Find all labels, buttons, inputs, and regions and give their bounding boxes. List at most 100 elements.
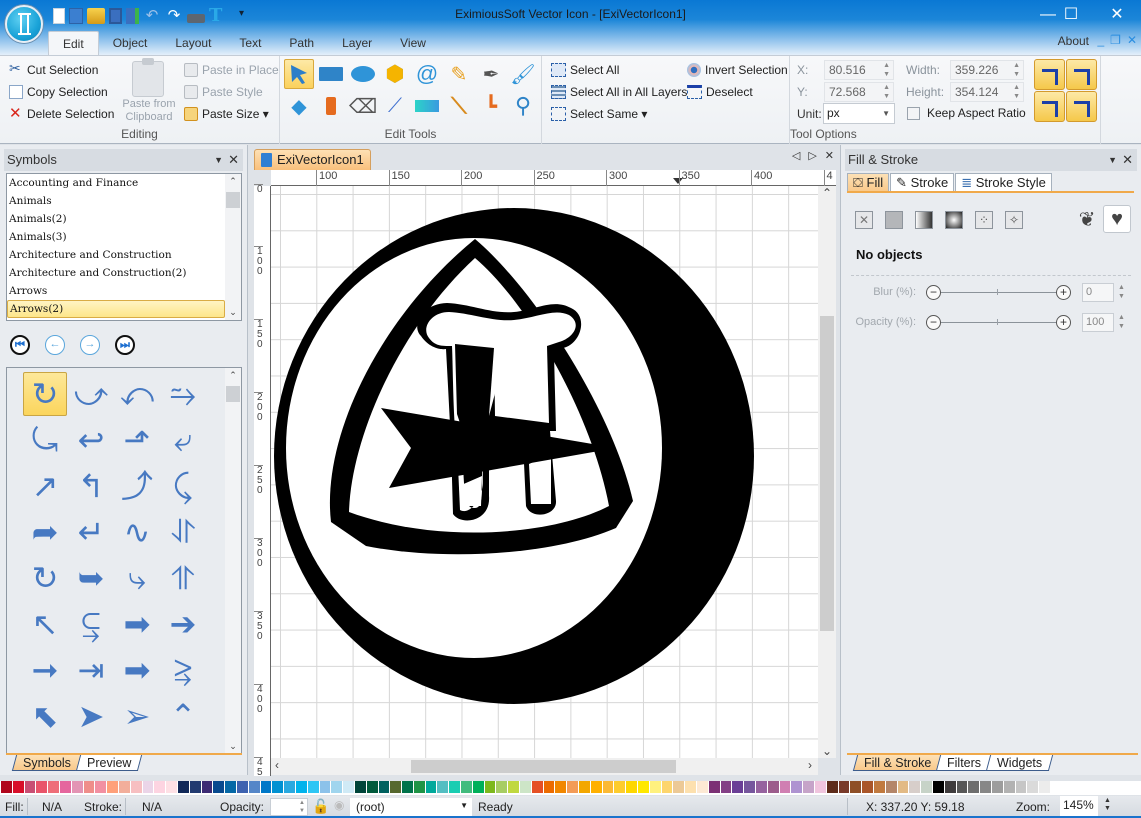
tweak-tool[interactable]: ⟍ (444, 91, 474, 121)
star-polygon-tool[interactable]: ⬢ (380, 59, 410, 89)
color-swatch[interactable] (319, 781, 331, 793)
color-swatch[interactable] (260, 781, 272, 793)
color-swatch[interactable] (36, 781, 48, 793)
color-swatch[interactable] (980, 781, 991, 793)
next-page-icon[interactable]: → (80, 335, 100, 355)
color-swatch[interactable] (685, 781, 697, 793)
height-input[interactable]: 354.124 ▲ ▼ (950, 82, 1024, 102)
scroll-thumb[interactable] (226, 386, 240, 402)
color-swatch[interactable] (791, 781, 803, 793)
symbol-arrow-icon[interactable]: ➢ (115, 694, 159, 738)
tab-edit[interactable]: Edit (48, 31, 99, 55)
tab-object[interactable]: Object (99, 31, 162, 55)
width-input[interactable]: 359.226 ▲ ▼ (950, 60, 1024, 80)
color-swatch[interactable] (284, 781, 295, 793)
symbol-arrow-icon[interactable]: ⇥ (69, 648, 113, 692)
scroll-up-icon[interactable]: ⌃ (225, 370, 241, 381)
color-swatch[interactable] (437, 781, 449, 793)
color-swatch[interactable] (803, 781, 814, 793)
color-swatch[interactable] (107, 781, 118, 793)
tab-stroke-style[interactable]: ≣ Stroke Style (955, 173, 1052, 191)
symbol-arrow-icon[interactable]: ➔ (161, 602, 205, 646)
color-swatch[interactable] (638, 781, 649, 793)
color-swatch[interactable] (201, 781, 213, 793)
canvas-horizontal-scrollbar[interactable]: ‹ › (271, 758, 818, 775)
color-swatch[interactable] (130, 781, 142, 793)
opacity-status-input[interactable]: ▲ ▼ (270, 798, 308, 816)
pen-tool[interactable]: ✒ (476, 59, 506, 89)
scroll-down-icon[interactable]: ⌄ (225, 741, 241, 752)
select-same-button[interactable]: Select Same ▾ (551, 107, 647, 121)
color-swatch[interactable] (590, 781, 602, 793)
color-swatch[interactable] (649, 781, 661, 793)
color-swatch[interactable] (189, 781, 201, 793)
spin-arrows-icon[interactable]: ▲ ▼ (1118, 283, 1125, 301)
color-swatch[interactable] (956, 781, 968, 793)
scroll-thumb[interactable] (226, 192, 240, 208)
deselect-button[interactable]: Deselect (687, 85, 753, 99)
maximize-button[interactable]: ☐ (1048, 0, 1094, 30)
symbol-arrow-icon[interactable]: ⌃ (161, 694, 205, 738)
color-swatch[interactable] (732, 781, 744, 793)
color-swatch[interactable] (567, 781, 579, 793)
color-swatch[interactable] (118, 781, 130, 793)
ellipse-tool[interactable] (348, 59, 378, 89)
category-item[interactable]: Animals(2) (7, 210, 225, 228)
checkbox-box[interactable] (907, 106, 920, 120)
panel-close-icon[interactable]: ✕ (228, 149, 239, 171)
color-swatch[interactable] (449, 781, 461, 793)
select-all-layers-button[interactable]: Select All in All Layers (551, 85, 687, 99)
radial-gradient-icon[interactable] (945, 211, 963, 229)
color-swatch[interactable] (402, 781, 413, 793)
prev-page-icon[interactable]: ← (45, 335, 65, 355)
tab-layer[interactable]: Layer (328, 31, 386, 55)
pattern-icon[interactable]: ⁘ (975, 211, 993, 229)
color-swatch[interactable] (614, 781, 626, 793)
color-swatch[interactable] (413, 781, 425, 793)
zoom-tool[interactable]: ⚲ (508, 91, 538, 121)
spray-tool[interactable] (316, 91, 346, 121)
last-page-icon[interactable]: ⏭ (115, 335, 135, 355)
symbol-arrow-icon[interactable]: ⥯ (161, 510, 205, 554)
color-swatch[interactable] (48, 781, 59, 793)
lock-icon[interactable]: 🔓 (312, 798, 329, 815)
color-swatch[interactable] (1027, 781, 1039, 793)
color-swatch[interactable] (307, 781, 319, 793)
color-swatch[interactable] (154, 781, 166, 793)
spiral-tool[interactable]: @ (412, 59, 442, 89)
linear-gradient-icon[interactable] (915, 211, 933, 229)
color-swatch[interactable] (472, 781, 484, 793)
symbol-arrow-icon[interactable]: ↖ (23, 602, 67, 646)
symbol-arrow-icon[interactable]: ⥲ (161, 372, 205, 416)
color-swatch[interactable] (673, 781, 685, 793)
category-item[interactable]: Arrows (7, 282, 225, 300)
tab-fill[interactable]: ⛋ Fill (847, 173, 890, 191)
scroll-up-icon[interactable]: ⌃ (225, 176, 241, 187)
tab-text[interactable]: Text (225, 31, 275, 55)
spin-arrows-icon[interactable]: ▲ ▼ (883, 61, 890, 79)
color-swatch[interactable] (390, 781, 402, 793)
tab-scroll-right-icon[interactable]: ▷ (808, 149, 816, 162)
mdi-minimize-icon[interactable]: _ (1097, 33, 1104, 47)
tab-preview[interactable]: Preview (75, 755, 143, 771)
symbol-arrow-icon[interactable]: ⥸ (161, 648, 205, 692)
panel-menu-icon[interactable]: ▼ (214, 149, 223, 171)
scroll-down-icon[interactable]: ⌄ (822, 744, 832, 758)
color-swatch[interactable] (1003, 781, 1015, 793)
color-swatch[interactable] (59, 781, 71, 793)
symbol-arrow-icon[interactable]: ⤺ (115, 372, 159, 416)
no-paint-icon[interactable]: ✕ (855, 211, 873, 229)
flat-color-icon[interactable] (885, 211, 903, 229)
color-swatch[interactable] (756, 781, 767, 793)
color-swatch[interactable] (213, 781, 225, 793)
color-swatch[interactable] (991, 781, 1003, 793)
color-swatch[interactable] (295, 781, 307, 793)
category-item[interactable]: Animals (7, 192, 225, 210)
color-swatch[interactable] (1, 781, 12, 793)
symbol-arrow-icon[interactable]: ⤴ (115, 464, 159, 508)
color-swatch[interactable] (626, 781, 638, 793)
symbol-arrow-icon[interactable]: ⥹ (69, 602, 113, 646)
tab-view[interactable]: View (386, 31, 440, 55)
tab-fill-stroke[interactable]: Fill & Stroke (852, 755, 943, 771)
select-tool[interactable] (284, 59, 314, 89)
